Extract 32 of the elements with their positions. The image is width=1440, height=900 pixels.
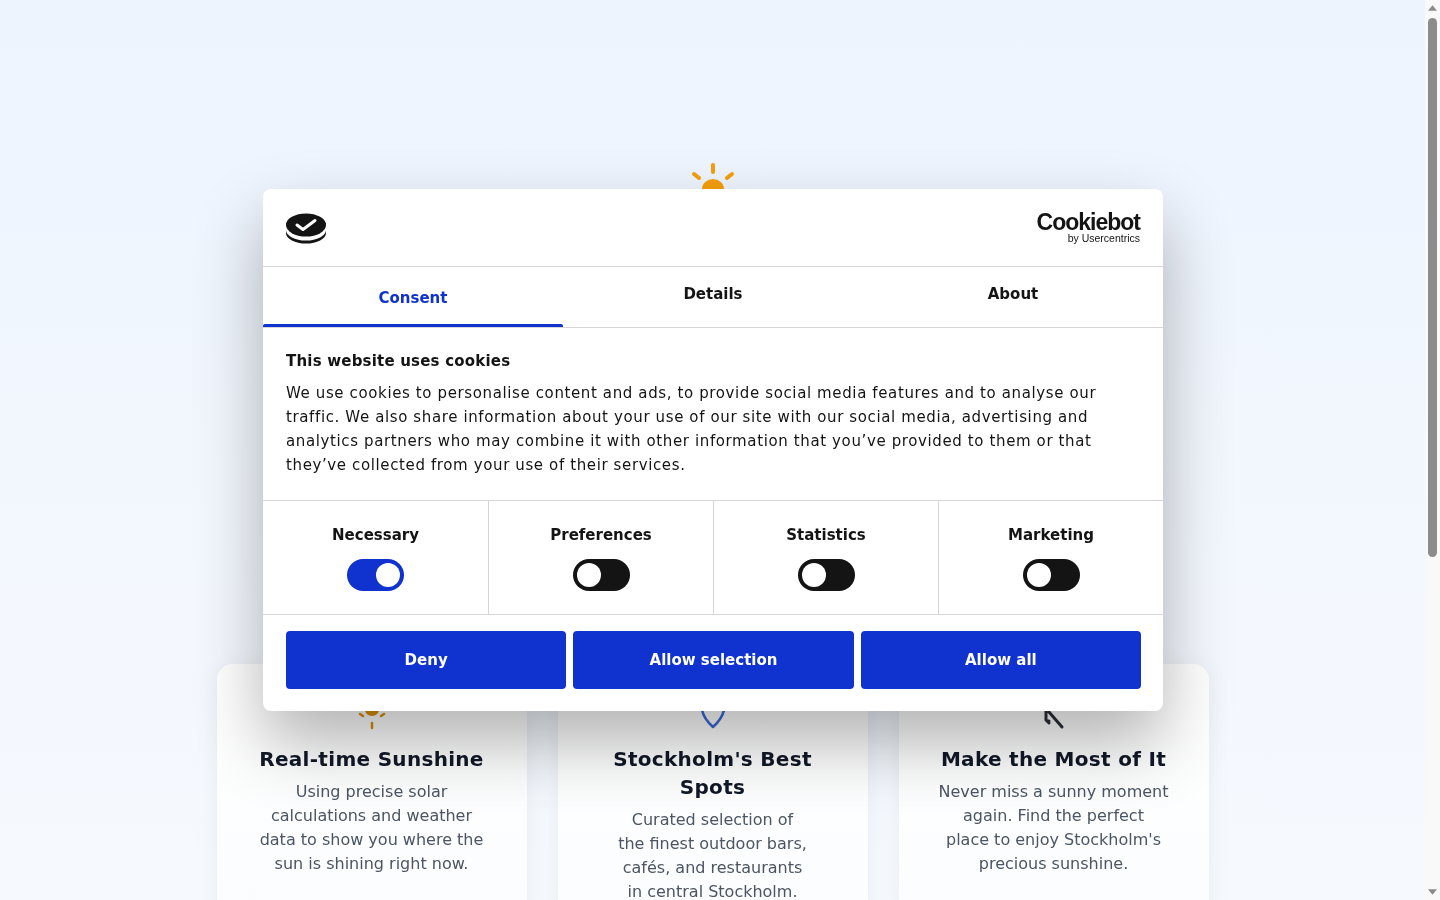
dialog-tab[interactable]: About xyxy=(863,267,1163,327)
dialog-text: We use cookies to personalise content and ads, to provide social media features and to analyse our traffic. We also share information about your use of our site with our social media, advertising and analytics partners who may combine it with other information that you’ve provided to them or that they’ve collected from your use of their services. xyxy=(286,383,1098,476)
card-description: Never miss a sunny moment again. Find the perfect place to enjoy Stockholm's precious sunshine. xyxy=(937,781,1170,875)
card-description: Using precise solar calculations and weather data to show you where the sun is shining right now. xyxy=(258,781,485,875)
card-title: Stockholm's Best Spots xyxy=(612,746,813,801)
toggle-switch[interactable] xyxy=(1022,559,1080,591)
sun-icon xyxy=(689,163,736,189)
brand-tagline: by Usercentrics xyxy=(1067,233,1140,244)
scroll-up-icon[interactable] xyxy=(1428,5,1437,11)
dialog-button[interactable]: Allow all xyxy=(860,631,1141,689)
pin-icon xyxy=(698,708,727,730)
category-label: Statistics xyxy=(786,525,866,546)
brand-name: Cookiebot xyxy=(1036,211,1140,233)
scroll-down-icon[interactable] xyxy=(1428,889,1437,895)
category-label: Marketing xyxy=(1008,525,1094,546)
cookie-stack-icon xyxy=(285,211,327,244)
card-title: Real-time Sunshine xyxy=(259,746,484,773)
sun-icon xyxy=(357,708,386,730)
toggle-switch[interactable] xyxy=(347,559,404,591)
category-label: Preferences xyxy=(550,525,652,546)
toggle-switch[interactable] xyxy=(572,559,630,591)
scrollbar[interactable] xyxy=(1425,0,1440,900)
card-description: Curated selection of the finest outdoor bars, cafés, and restaurants in central Stockholm. xyxy=(617,809,808,900)
toggle-switch[interactable] xyxy=(797,559,855,591)
card-title: Make the Most of It xyxy=(940,746,1167,773)
dialog-tab[interactable]: Consent xyxy=(263,267,563,327)
scrollbar-thumb[interactable] xyxy=(1428,18,1437,557)
category-label: Necessary xyxy=(332,525,419,546)
dialog-button[interactable]: Allow selection xyxy=(573,631,854,689)
dialog-title: This website uses cookies xyxy=(286,351,512,372)
dialog-button[interactable]: Deny xyxy=(286,631,567,689)
dialog-tab[interactable]: Details xyxy=(563,267,863,327)
